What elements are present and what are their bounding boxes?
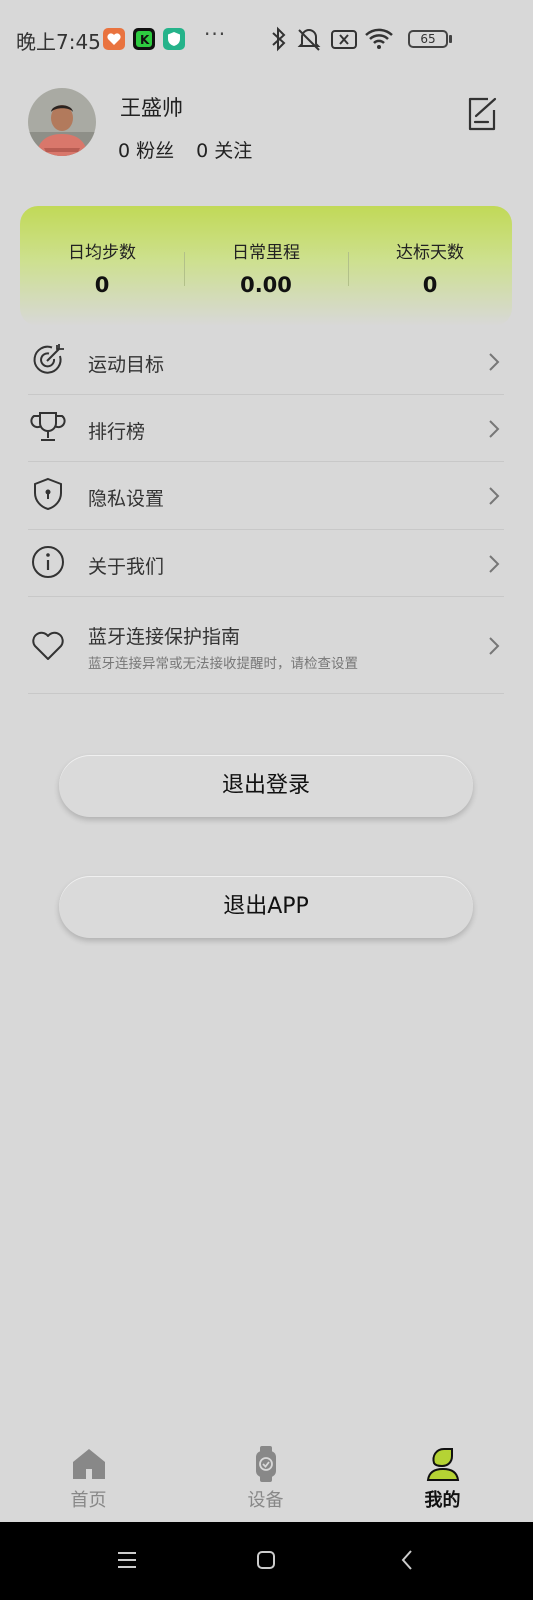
menu-divider	[28, 596, 504, 597]
k-app-icon: K	[133, 28, 155, 50]
shield-lock-icon	[34, 477, 62, 511]
mute-icon	[297, 29, 321, 51]
tab-home[interactable]: 首页	[0, 1446, 177, 1516]
fans-count: 0	[118, 140, 131, 162]
stat-label: 日常里程	[232, 243, 300, 263]
heart-icon	[32, 631, 64, 660]
menu-item-about[interactable]: 关于我们	[28, 532, 504, 596]
status-bar: 晚上7:45 K ··· 65	[0, 0, 533, 80]
user-icon	[426, 1448, 459, 1481]
tab-mine[interactable]: 我的	[354, 1446, 531, 1516]
watch-icon	[255, 1446, 276, 1482]
follow-stats: 0 粉丝 0 关注	[118, 136, 258, 163]
wifi-icon	[365, 28, 393, 49]
menu-item-bluetooth-guide[interactable]: 蓝牙连接保护指南 蓝牙连接异常或无法接收提醒时，请检查设置	[28, 600, 504, 692]
stat-label: 日均步数	[68, 243, 136, 263]
trophy-icon	[30, 412, 66, 441]
stats-card: 日均步数 0 日常里程 0.00 达标天数 0	[20, 206, 512, 326]
target-icon	[33, 344, 64, 374]
stat-value: 0	[94, 273, 110, 297]
menu-label: 关于我们	[88, 556, 165, 578]
stat-goal-days: 达标天数 0	[348, 206, 512, 326]
stat-daily-mileage: 日常里程 0.00	[184, 206, 348, 326]
menu-divider	[28, 461, 504, 462]
menu-subtitle: 蓝牙连接异常或无法接收提醒时，请检查设置	[88, 656, 358, 672]
follow-count: 0	[196, 140, 209, 162]
bluetooth-icon	[272, 26, 286, 52]
menu-divider	[28, 693, 504, 694]
menu-item-leaderboard[interactable]: 排行榜	[28, 397, 504, 461]
menu-label: 蓝牙连接保护指南	[88, 626, 241, 648]
menu-label: 运动目标	[88, 354, 165, 376]
stat-daily-steps: 日均步数 0	[20, 206, 184, 326]
tab-label: 首页	[70, 1490, 107, 1511]
follow-label[interactable]: 关注	[214, 140, 252, 162]
home-button-icon[interactable]	[255, 1549, 277, 1571]
tab-label: 我的	[424, 1490, 461, 1511]
stat-value: 0	[422, 273, 438, 297]
menu-label: 排行榜	[88, 421, 146, 443]
chevron-right-icon	[489, 487, 500, 505]
username: 王盛帅	[120, 96, 183, 120]
fans-label[interactable]: 粉丝	[136, 140, 174, 162]
home-icon	[72, 1449, 105, 1479]
avatar[interactable]	[28, 88, 96, 156]
battery-indicator: 65	[408, 30, 448, 48]
exit-app-button[interactable]: 退出APP	[59, 876, 473, 938]
menu-icon[interactable]	[116, 1550, 138, 1570]
menu-item-sport-goal[interactable]: 运动目标	[28, 330, 504, 394]
more-notifications-icon: ···	[204, 22, 227, 46]
stat-label: 达标天数	[396, 243, 464, 263]
chevron-right-icon	[489, 420, 500, 438]
menu-divider	[28, 529, 504, 530]
chevron-right-icon	[489, 637, 500, 655]
menu-label: 隐私设置	[88, 488, 165, 510]
logout-button[interactable]: 退出登录	[59, 755, 473, 817]
health-app-icon	[103, 28, 125, 50]
back-icon[interactable]	[400, 1549, 414, 1571]
edit-profile-icon[interactable]	[466, 96, 498, 132]
chevron-right-icon	[489, 555, 500, 573]
status-time: 晚上7:45	[16, 30, 101, 54]
stat-value: 0.00	[240, 273, 292, 297]
chevron-right-icon	[489, 353, 500, 371]
system-nav-bar	[0, 1522, 533, 1600]
tab-label: 设备	[247, 1490, 284, 1511]
menu-item-privacy[interactable]: 隐私设置	[28, 464, 504, 528]
no-sim-icon	[331, 30, 357, 49]
menu-divider	[28, 394, 504, 395]
security-app-icon	[163, 28, 185, 50]
info-icon	[32, 546, 64, 578]
tab-device[interactable]: 设备	[177, 1446, 354, 1516]
battery-tip	[449, 35, 452, 43]
svg-text:K: K	[140, 33, 150, 47]
